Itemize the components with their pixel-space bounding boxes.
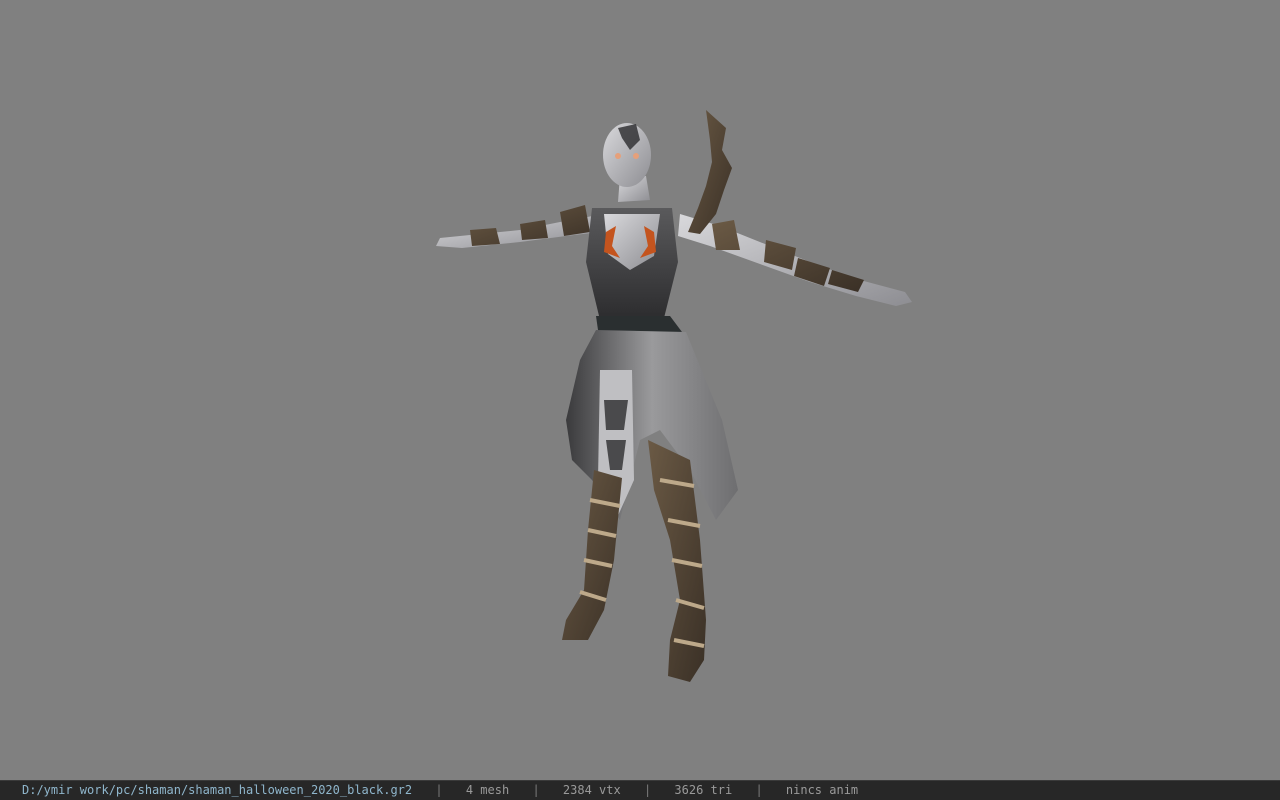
vertex-count: 2384 vtx [562, 783, 621, 797]
status-bar: D:/ymir work/pc/shaman/shaman_halloween_… [0, 780, 1280, 800]
eye-right [633, 153, 639, 159]
mesh-count: 4 mesh [465, 783, 510, 797]
separator: | [435, 783, 443, 797]
left-leg [562, 470, 622, 640]
skirt [566, 330, 738, 520]
eye-left [615, 153, 621, 159]
separator: | [643, 783, 652, 797]
file-path: D:/ymir work/pc/shaman/shaman_halloween_… [22, 783, 413, 797]
separator: | [532, 783, 540, 797]
right-arm-wraps [712, 220, 864, 292]
character-model[interactable] [0, 0, 1280, 780]
separator: | [755, 783, 763, 797]
hair-ribbon [688, 110, 732, 234]
triangle-count: 3626 tri [674, 783, 733, 797]
animation-status: nincs anim [785, 783, 859, 797]
3d-viewport[interactable] [0, 0, 1280, 780]
